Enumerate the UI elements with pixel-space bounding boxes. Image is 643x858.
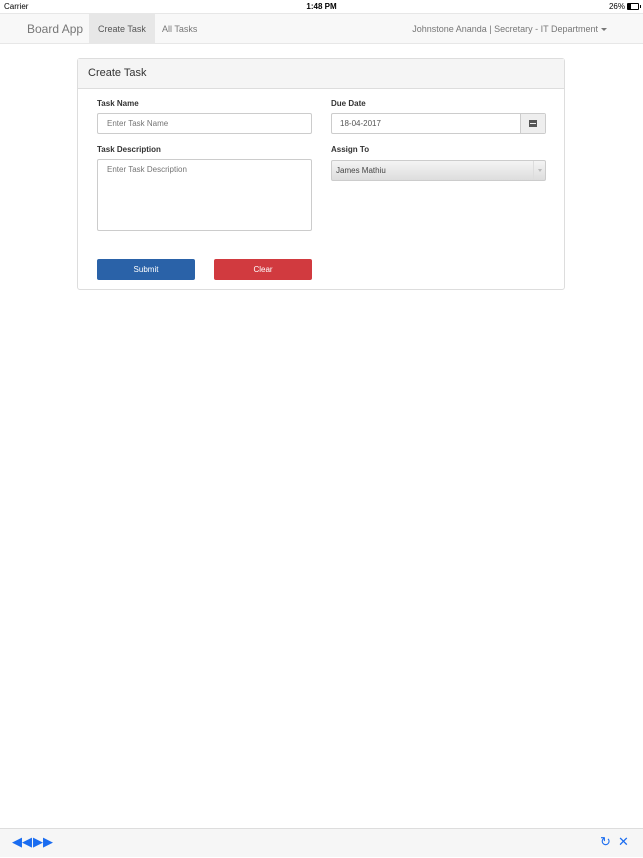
- assign-to-label: Assign To: [331, 145, 370, 154]
- battery-percent: 26%: [608, 2, 625, 11]
- task-description-label: Task Description: [97, 145, 161, 154]
- battery-indicator: 26%: [608, 2, 641, 11]
- task-name-label: Task Name: [97, 99, 139, 108]
- due-date-label: Due Date: [331, 99, 366, 108]
- due-date-value: 18-04-2017: [340, 119, 381, 128]
- nav-create-task[interactable]: Create Task: [89, 14, 155, 44]
- due-date-input[interactable]: 18-04-2017: [331, 113, 546, 134]
- user-menu-dropdown[interactable]: Johnstone Ananda | Secretary - IT Depart…: [412, 14, 607, 44]
- user-menu-label: Johnstone Ananda | Secretary - IT Depart…: [412, 24, 598, 34]
- task-description-textarea[interactable]: [97, 159, 312, 231]
- battery-icon: [627, 3, 641, 10]
- create-task-panel: Create Task Task Name Due Date 18-04-201…: [77, 58, 565, 290]
- submit-button[interactable]: Submit: [97, 259, 195, 280]
- calendar-icon: [529, 120, 537, 127]
- browser-toolbar: ◀◀ ▶▶ ↻ ✕: [0, 828, 643, 857]
- refresh-icon[interactable]: ↻: [600, 835, 611, 849]
- clear-button[interactable]: Clear: [214, 259, 312, 280]
- assign-to-selected: James Mathiu: [336, 166, 386, 175]
- dropdown-arrow-icon: [533, 161, 545, 180]
- assign-to-select[interactable]: James Mathiu: [331, 160, 546, 181]
- close-icon[interactable]: ✕: [618, 835, 629, 849]
- fast-forward-icon[interactable]: ▶▶: [33, 835, 53, 849]
- nav-all-tasks[interactable]: All Tasks: [153, 14, 206, 44]
- caret-down-icon: [601, 28, 607, 32]
- top-navbar: Board App Create Task All Tasks Johnston…: [0, 13, 643, 44]
- task-name-input[interactable]: [97, 113, 312, 134]
- date-picker-button[interactable]: [520, 114, 545, 133]
- clock: 1:48 PM: [306, 2, 337, 11]
- rewind-icon[interactable]: ◀◀: [12, 835, 32, 849]
- panel-title: Create Task: [78, 59, 564, 89]
- ios-status-bar: Carrier 1:48 PM 26%: [0, 0, 643, 13]
- brand-link[interactable]: Board App: [27, 22, 83, 36]
